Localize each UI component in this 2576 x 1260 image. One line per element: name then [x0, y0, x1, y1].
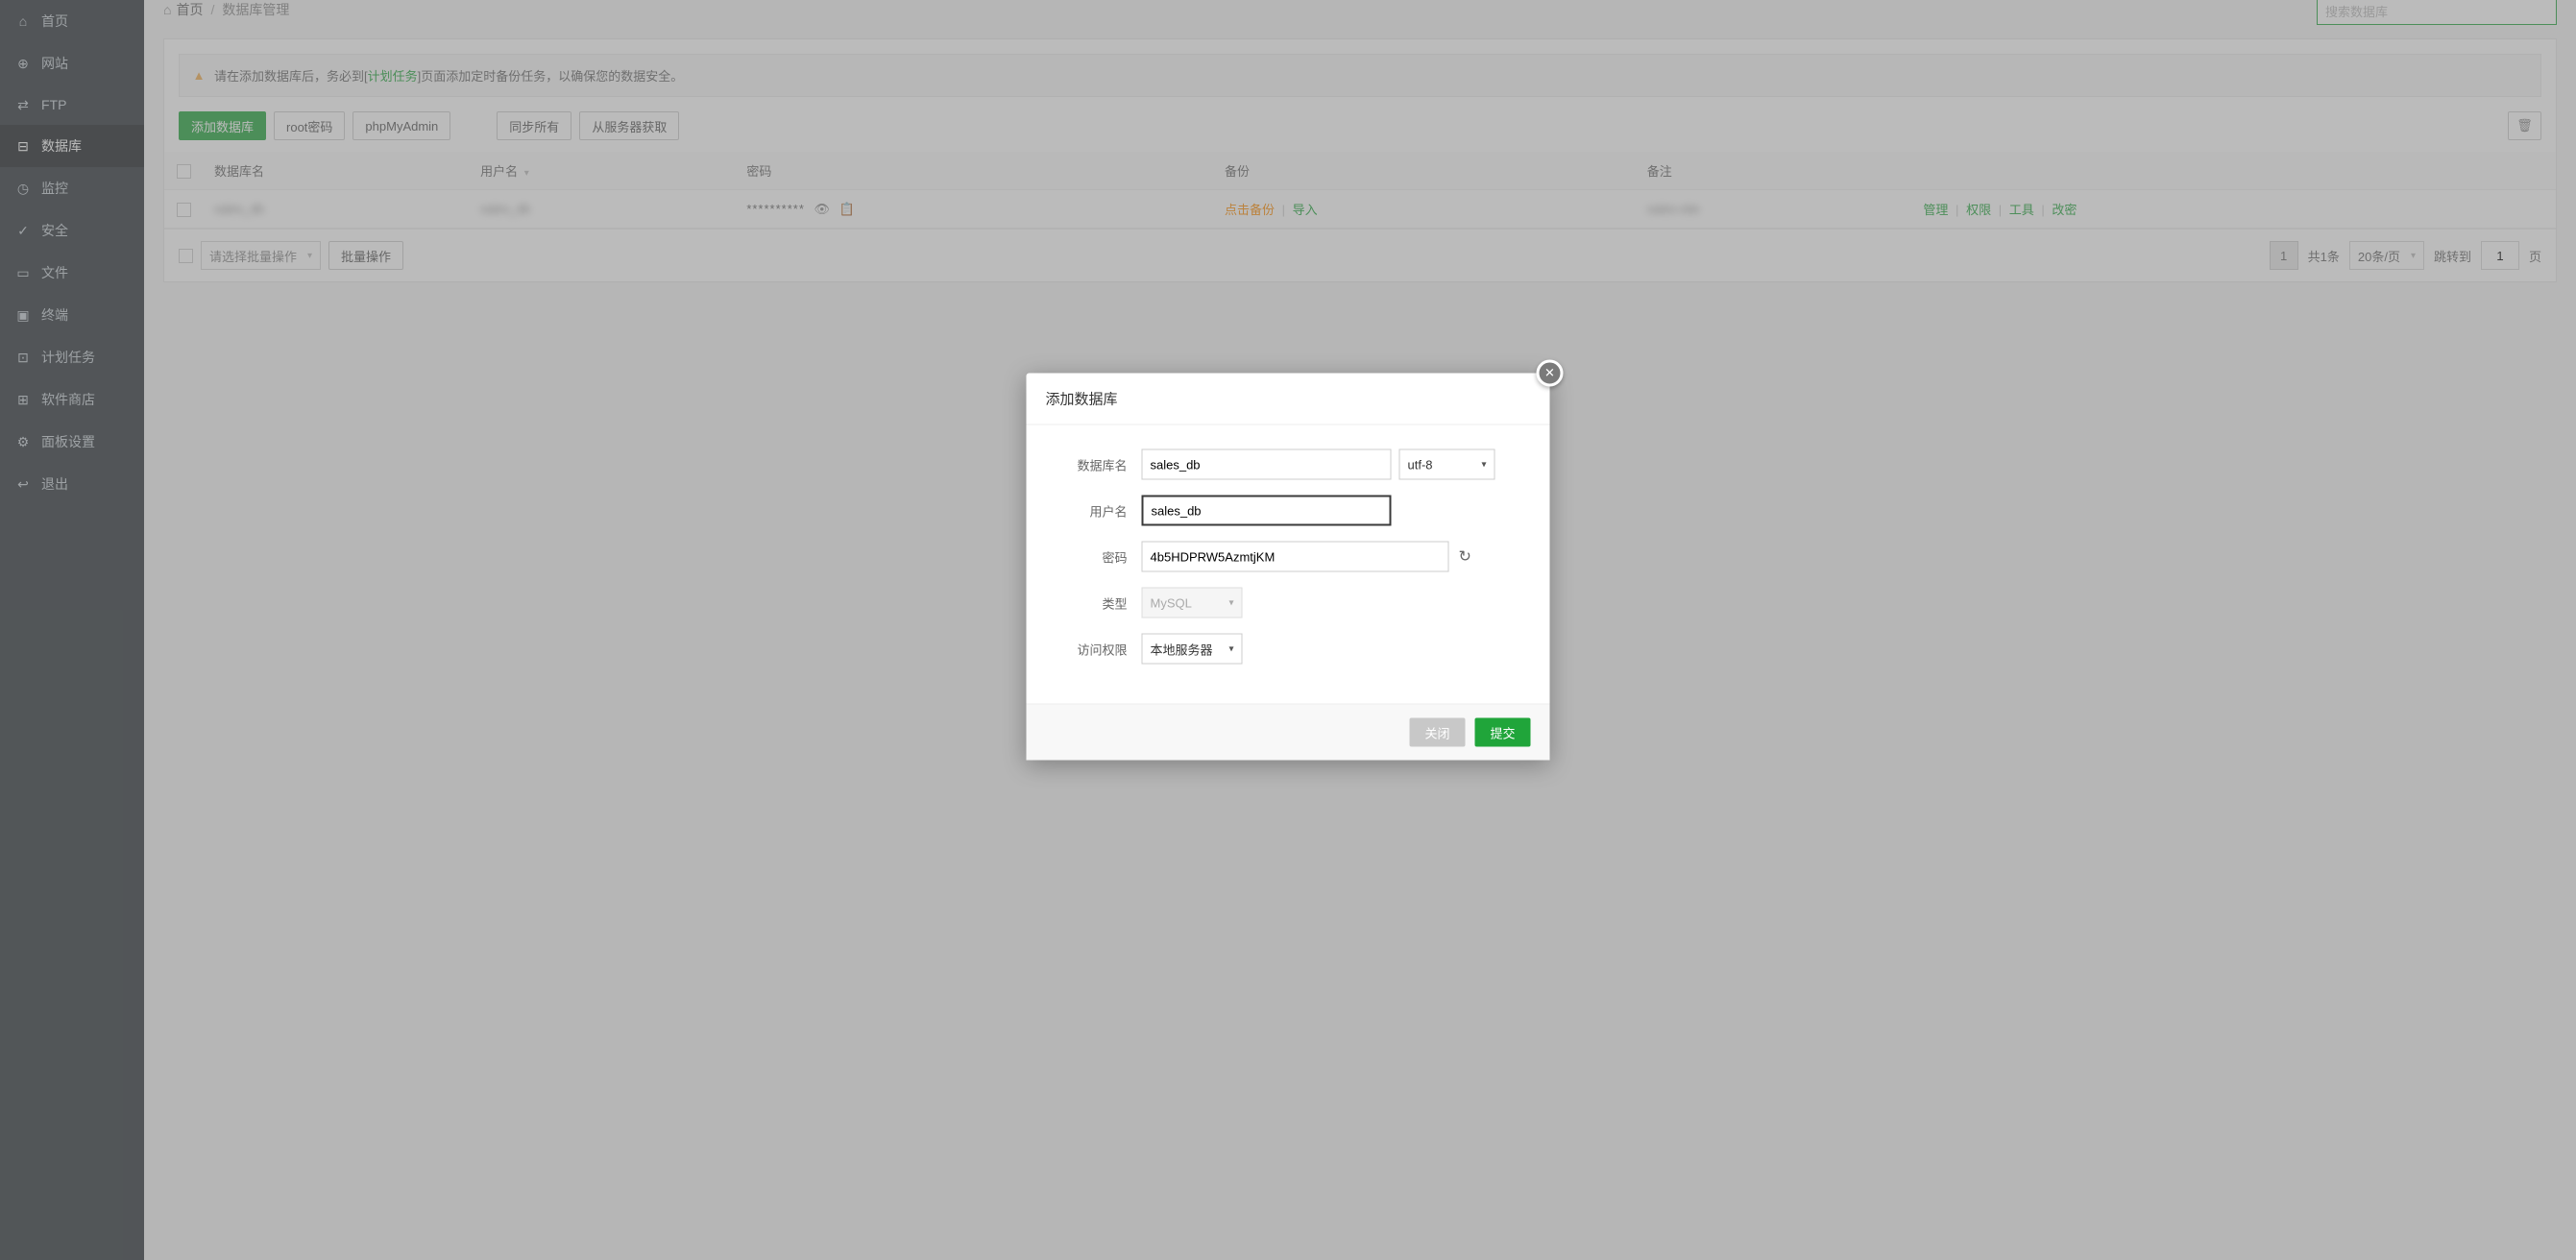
modal-body: 数据库名 utf-8 ▾ 用户名 密码 ↻ 类型 MySQL ▾ 访问权限: [1027, 425, 1550, 704]
caret-down-icon: ▾: [1228, 597, 1233, 608]
access-select[interactable]: 本地服务器 ▾: [1142, 634, 1243, 665]
caret-down-icon: ▾: [1481, 459, 1486, 470]
modal-close-button[interactable]: ✕: [1537, 360, 1564, 387]
label-db-name: 数据库名: [1056, 455, 1142, 473]
db-type-select: MySQL ▾: [1142, 588, 1243, 618]
label-type: 类型: [1056, 594, 1142, 612]
modal-close-btn[interactable]: 关闭: [1409, 718, 1465, 747]
password-input[interactable]: [1142, 542, 1449, 572]
modal-footer: 关闭 提交: [1027, 704, 1550, 761]
close-icon: ✕: [1544, 366, 1555, 381]
refresh-password-icon[interactable]: ↻: [1459, 547, 1471, 567]
label-password: 密码: [1056, 547, 1142, 566]
caret-down-icon: ▾: [1228, 643, 1233, 654]
username-input[interactable]: [1142, 496, 1392, 526]
modal-title: 添加数据库: [1027, 374, 1550, 425]
db-name-input[interactable]: [1142, 449, 1392, 480]
modal-submit-btn[interactable]: 提交: [1474, 718, 1530, 747]
add-database-modal: ✕ 添加数据库 数据库名 utf-8 ▾ 用户名 密码 ↻ 类型 MySQL ▾: [1027, 374, 1550, 761]
label-username: 用户名: [1056, 501, 1142, 520]
charset-select[interactable]: utf-8 ▾: [1399, 449, 1495, 480]
label-access: 访问权限: [1056, 640, 1142, 658]
